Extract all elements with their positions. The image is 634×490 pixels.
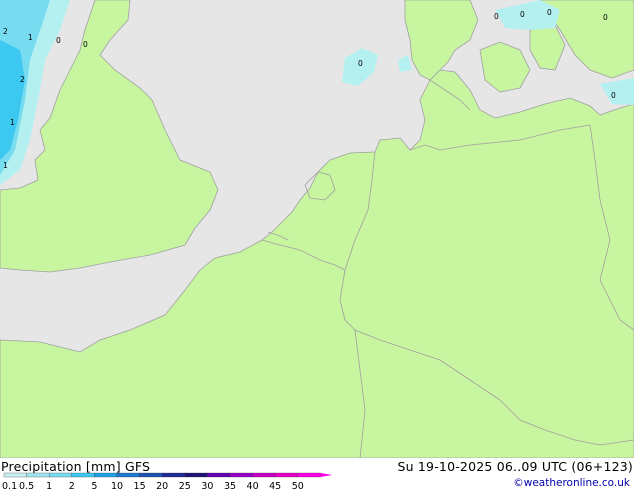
- point-value: 0: [520, 10, 525, 19]
- precipitation-map: 2 1 0 0 2 1 1 0 0 0 0 0 0: [0, 0, 634, 458]
- legend-label: 2: [69, 481, 75, 490]
- legend-swatch: [71, 472, 95, 478]
- precipitation-legend: 0.1 0.5 1 2 5 10 15 20 25 30 35 40 45 50: [2, 472, 333, 490]
- legend-swatch: [94, 472, 118, 478]
- forecast-time: Su 19-10-2025 06..09 UTC (06+123): [397, 459, 633, 474]
- legend-swatch: [275, 472, 298, 478]
- point-value: 0: [547, 8, 552, 17]
- legend-label: 40: [247, 481, 259, 490]
- legend-label: 35: [224, 481, 236, 490]
- legend-label: 45: [269, 481, 281, 490]
- point-value: 0: [611, 91, 616, 100]
- legend-label: 25: [179, 481, 191, 490]
- legend-label: 1: [46, 481, 52, 490]
- legend-swatch: [252, 472, 276, 478]
- legend-swatches: [3, 472, 333, 478]
- legend-swatch: [184, 472, 208, 478]
- legend-label: 20: [156, 481, 168, 490]
- point-value: 0: [83, 40, 88, 49]
- legend-label: 5: [91, 481, 97, 490]
- point-value: 0: [56, 36, 61, 45]
- legend-swatch: [3, 472, 27, 478]
- legend-label: 50: [292, 481, 304, 490]
- point-value: 1: [10, 118, 15, 127]
- point-value: 2: [3, 27, 8, 36]
- legend-swatch: [26, 472, 50, 478]
- legend-swatch: [139, 472, 163, 478]
- legend-label: 10: [111, 481, 123, 490]
- point-value: 1: [28, 33, 33, 42]
- point-value: 0: [358, 59, 363, 68]
- legend-swatch: [297, 472, 321, 478]
- legend-swatch: [162, 472, 185, 478]
- point-value: 2: [20, 75, 25, 84]
- legend-label: 0.5: [19, 481, 34, 490]
- legend-label: 0.1: [2, 481, 17, 490]
- legend-swatch: [49, 472, 72, 478]
- legend-overflow-arrow: [320, 473, 333, 477]
- legend-label: 15: [134, 481, 146, 490]
- legend-swatch: [229, 472, 253, 478]
- legend-swatch: [207, 472, 231, 478]
- legend-labels: 0.1 0.5 1 2 5 10 15 20 25 30 35 40 45 50: [2, 481, 304, 490]
- credit-text: ©weatheronline.co.uk: [513, 477, 630, 489]
- point-value: 0: [603, 13, 608, 22]
- legend-label: 30: [201, 481, 213, 490]
- point-value: 0: [494, 12, 499, 21]
- legend-swatch: [116, 472, 140, 478]
- point-value: 1: [3, 161, 8, 170]
